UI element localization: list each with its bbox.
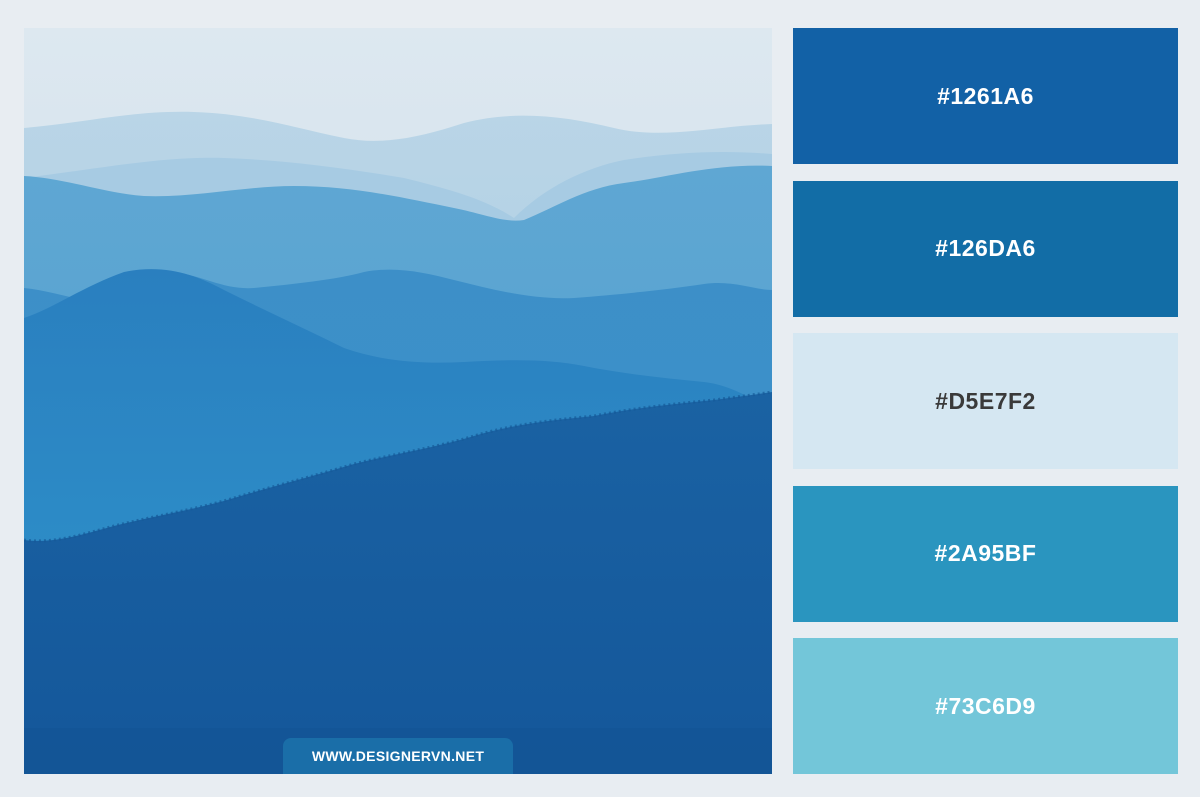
- watermark-label: WWW.DESIGNERVN.NET: [283, 738, 513, 774]
- color-palette: #1261A6 #126DA6 #D5E7F2 #2A95BF #73C6D9: [793, 28, 1178, 774]
- swatch-1: #1261A6: [793, 28, 1178, 164]
- mountain-landscape-image: [24, 28, 772, 774]
- swatch-2: #126DA6: [793, 180, 1178, 317]
- mountain-photo: WWW.DESIGNERVN.NET: [24, 28, 772, 774]
- swatch-5: #73C6D9: [793, 638, 1178, 774]
- swatch-4: #2A95BF: [793, 485, 1178, 622]
- swatch-3: #D5E7F2: [793, 333, 1178, 469]
